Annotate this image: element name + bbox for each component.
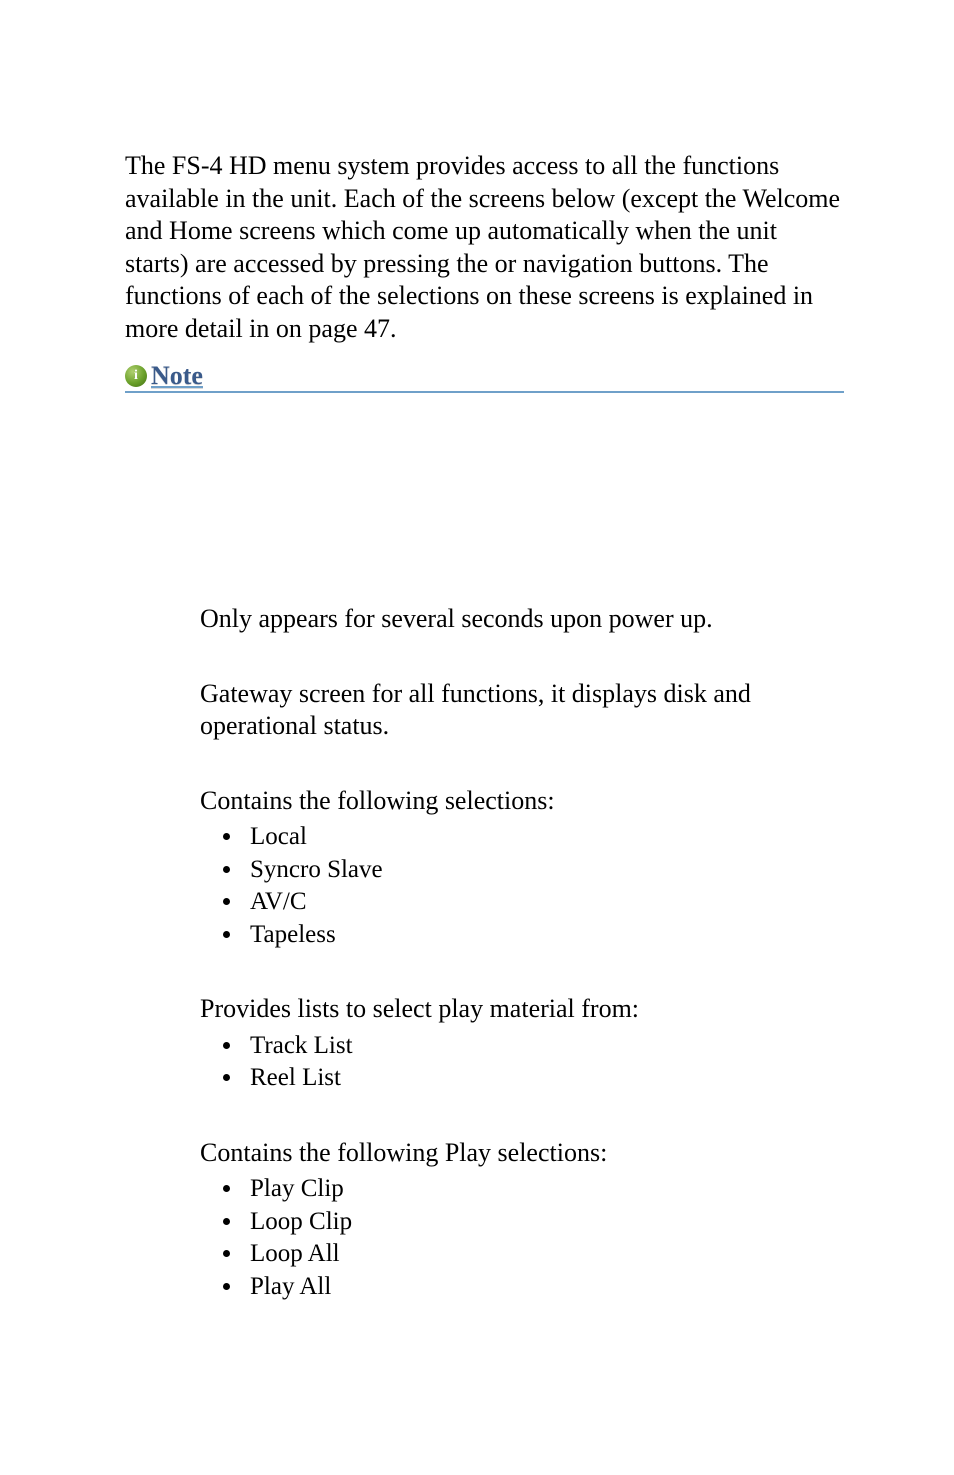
document-page: The FS-4 HD menu system provides access … (0, 0, 954, 1475)
list-item: Tapeless (244, 919, 844, 952)
section-control-desc: Contains the following selections: (200, 785, 844, 818)
note-label: Note (151, 363, 203, 389)
intro-text-2: or (495, 249, 523, 278)
section-control: Contains the following selections: Local… (200, 785, 844, 952)
list-item: Loop All (244, 1238, 844, 1271)
list-item: Loop Clip (244, 1206, 844, 1239)
list-item: Track List (244, 1030, 844, 1063)
list-item: Local (244, 821, 844, 854)
sections-container: Only appears for several seconds upon po… (125, 603, 844, 1303)
section-playfrom-list: Track List Reel List (200, 1030, 844, 1095)
list-item: Reel List (244, 1062, 844, 1095)
intro-text-4: on page 47. (276, 314, 397, 343)
note-callout: i Note (125, 363, 844, 393)
section-welcome-desc: Only appears for several seconds upon po… (200, 603, 844, 636)
list-item: AV/C (244, 886, 844, 919)
info-icon-glyph: i (134, 369, 138, 383)
section-welcome: Only appears for several seconds upon po… (200, 603, 844, 636)
section-home: Gateway screen for all functions, it dis… (200, 678, 844, 743)
section-home-desc: Gateway screen for all functions, it dis… (200, 678, 844, 743)
list-item: Play Clip (244, 1173, 844, 1206)
section-playfrom-desc: Provides lists to select play material f… (200, 993, 844, 1026)
section-play-list: Play Clip Loop Clip Loop All Play All (200, 1173, 844, 1303)
info-icon: i (125, 365, 147, 387)
list-item: Syncro Slave (244, 854, 844, 887)
section-playfrom: Provides lists to select play material f… (200, 993, 844, 1095)
section-control-list: Local Syncro Slave AV/C Tapeless (200, 821, 844, 951)
intro-paragraph: The FS-4 HD menu system provides access … (125, 150, 844, 345)
section-play-desc: Contains the following Play selections: (200, 1137, 844, 1170)
section-play: Contains the following Play selections: … (200, 1137, 844, 1304)
list-item: Play All (244, 1271, 844, 1304)
